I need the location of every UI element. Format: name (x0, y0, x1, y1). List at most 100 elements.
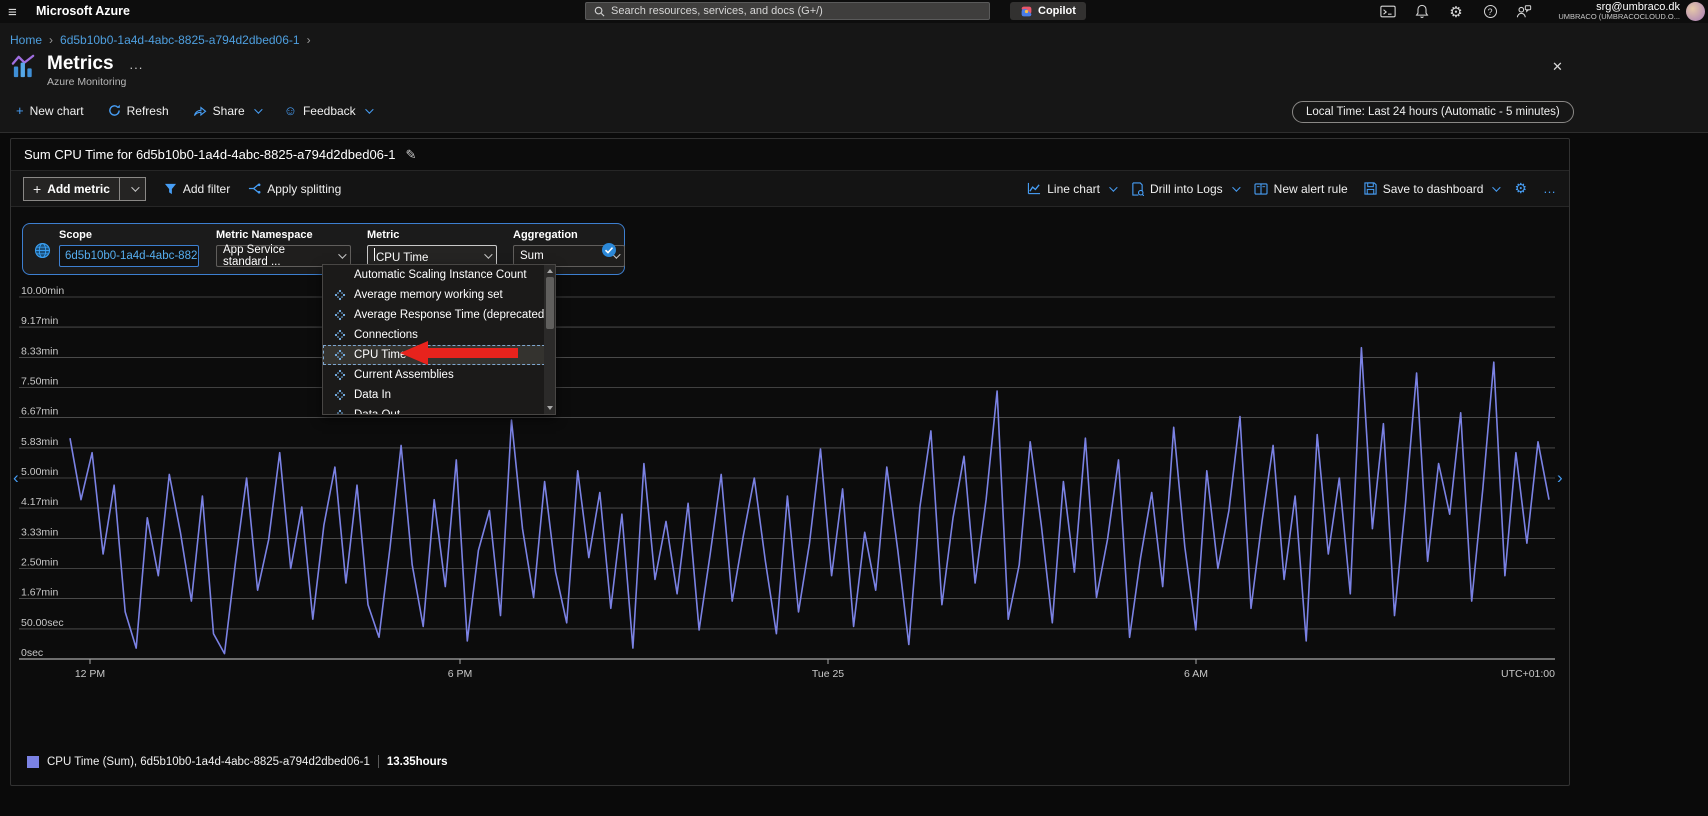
brand-title[interactable]: Microsoft Azure (36, 4, 130, 18)
page-subtitle: Azure Monitoring (47, 76, 143, 88)
chevron-down-icon (1493, 183, 1501, 191)
save-icon (1364, 182, 1377, 195)
blade-more-button[interactable]: ... (130, 57, 144, 72)
svg-text:0sec: 0sec (21, 647, 43, 659)
metric-option-label: Connections (354, 329, 418, 341)
refresh-button[interactable]: Refresh (108, 104, 169, 118)
metric-sparkle-icon (333, 349, 346, 361)
blade-header-region: Home › 6d5b10b0-1a4d-4abc-8825-a794d2dbe… (0, 23, 1708, 133)
svg-text:2.50min: 2.50min (21, 557, 59, 569)
scroll-up-icon[interactable] (547, 269, 553, 273)
scope-input[interactable]: 6d5b10b0-1a4d-4abc-882... (59, 245, 199, 267)
chevron-down-icon (131, 183, 139, 191)
legend-series-label: CPU Time (Sum), 6d5b10b0-1a4d-4abc-8825-… (47, 756, 370, 768)
metric-sparkle-icon (333, 369, 346, 381)
breadcrumb-home-link[interactable]: Home (10, 33, 42, 47)
metric-sparkle-icon (333, 329, 346, 341)
svg-text:4.17min: 4.17min (21, 496, 59, 508)
avatar[interactable] (1686, 2, 1705, 21)
chevron-down-icon (1232, 183, 1240, 191)
chevron-down-icon (1109, 183, 1117, 191)
save-to-dashboard-button[interactable]: Save to dashboard (1364, 182, 1499, 196)
chart-scroll-right-icon[interactable]: › (1557, 469, 1563, 486)
filter-icon (164, 183, 177, 195)
metric-dropdown-list: Automatic Scaling Instance Count Average … (322, 264, 556, 415)
dropdown-scrollbar[interactable] (544, 265, 555, 414)
metric-option[interactable]: CPU Time (323, 345, 555, 365)
drill-into-logs-button[interactable]: Drill into Logs (1131, 182, 1238, 196)
metric-option[interactable]: Data In (323, 385, 555, 405)
metric-option[interactable]: Automatic Scaling Instance Count (323, 265, 555, 285)
splitting-icon (248, 182, 261, 195)
scope-label: Scope (59, 229, 199, 241)
chart-body: Scope 6d5b10b0-1a4d-4abc-882... Metric N… (11, 207, 1569, 785)
legend-separator (378, 755, 379, 768)
metrics-line-chart[interactable]: 10.00min9.17min8.33min7.50min6.67min5.83… (11, 281, 1567, 691)
chart-scroll-left-icon[interactable]: ‹ (13, 469, 19, 486)
svg-text:9.17min: 9.17min (21, 315, 59, 327)
time-range-picker[interactable]: Local Time: Last 24 hours (Automatic - 5… (1292, 101, 1574, 123)
smiley-icon: ☺ (284, 103, 297, 118)
scrollbar-thumb[interactable] (546, 277, 554, 329)
text-cursor (374, 248, 375, 261)
new-alert-rule-button[interactable]: New alert rule (1254, 182, 1348, 196)
svg-text:12 PM: 12 PM (75, 668, 105, 680)
chart-type-button[interactable]: Line chart (1027, 182, 1115, 196)
svg-text:6 PM: 6 PM (448, 668, 473, 680)
chart-title: Sum CPU Time for 6d5b10b0-1a4d-4abc-8825… (24, 147, 395, 162)
metric-option[interactable]: Data Out (323, 405, 555, 415)
hamburger-menu-icon[interactable]: ≡ (8, 4, 17, 21)
feedback-button[interactable]: ☺ Feedback (284, 103, 371, 118)
new-chart-button[interactable]: + New chart (16, 103, 84, 118)
breadcrumb-resource-link[interactable]: 6d5b10b0-1a4d-4abc-8825-a794d2dbed06-1 (60, 33, 300, 47)
metric-namespace-label: Metric Namespace (216, 229, 351, 241)
chart-legend-item[interactable]: CPU Time (Sum), 6d5b10b0-1a4d-4abc-8825-… (27, 755, 448, 768)
copilot-button[interactable]: Copilot (1010, 2, 1086, 20)
alert-rule-icon (1254, 183, 1268, 195)
scope-column: Scope 6d5b10b0-1a4d-4abc-882... (59, 229, 199, 267)
chart-settings-gear-icon[interactable]: ⚙ (1514, 180, 1527, 197)
breadcrumb-separator-icon: › (307, 33, 311, 47)
metric-option[interactable]: Connections (323, 325, 555, 345)
copilot-label: Copilot (1038, 5, 1076, 17)
plus-icon: + (33, 181, 41, 197)
add-filter-button[interactable]: Add filter (164, 182, 230, 196)
account-info[interactable]: srg@umbraco.dk UMBRACO (UMBRACOCLOUD.O..… (1558, 1, 1680, 21)
scroll-down-icon[interactable] (547, 406, 553, 410)
top-bar: ≡ Microsoft Azure Search resources, serv… (0, 0, 1708, 23)
document-magnifier-icon (1131, 182, 1144, 196)
chart-more-icon[interactable]: … (1543, 181, 1557, 196)
breadcrumb-separator-icon: › (49, 33, 53, 47)
aggregation-label: Aggregation (513, 229, 625, 241)
metric-option-label: Average Response Time (deprecated) (354, 309, 548, 321)
settings-gear-icon[interactable]: ⚙ (1446, 2, 1466, 22)
svg-text:UTC+01:00: UTC+01:00 (1501, 668, 1555, 680)
metric-option[interactable]: Average memory working set (323, 285, 555, 305)
notifications-bell-icon[interactable] (1412, 2, 1432, 22)
svg-text:Tue 25: Tue 25 (812, 668, 844, 680)
blade-close-icon[interactable]: ✕ (1552, 59, 1563, 75)
edit-title-pencil-icon[interactable]: ✎ (405, 147, 416, 163)
add-metric-button[interactable]: + Add metric (23, 177, 146, 201)
metric-option[interactable]: Current Assemblies (323, 365, 555, 385)
metric-column: Metric CPU Time (367, 229, 497, 267)
metric-option[interactable]: Average Response Time (deprecated) (323, 305, 555, 325)
share-button[interactable]: Share (193, 104, 260, 118)
share-icon (193, 105, 207, 117)
svg-text:5.00min: 5.00min (21, 466, 59, 478)
global-search-input[interactable]: Search resources, services, and docs (G+… (585, 2, 990, 20)
cloud-shell-icon[interactable] (1378, 2, 1398, 22)
svg-text:8.33min: 8.33min (21, 345, 59, 357)
apply-splitting-button[interactable]: Apply splitting (248, 182, 341, 196)
svg-text:50.00sec: 50.00sec (21, 617, 64, 629)
feedback-person-icon[interactable] (1514, 2, 1534, 22)
svg-text:5.83min: 5.83min (21, 436, 59, 448)
add-metric-split-caret[interactable] (119, 178, 145, 200)
valid-check-icon (601, 242, 617, 263)
plus-icon: + (16, 103, 24, 118)
azure-portal-page: ≡ Microsoft Azure Search resources, serv… (0, 0, 1708, 816)
help-icon[interactable]: ? (1480, 2, 1500, 22)
topbar-icon-group: ⚙ ? (1378, 0, 1534, 23)
legend-aggregate-value: 13.35hours (387, 756, 448, 768)
metric-option-label: Automatic Scaling Instance Count (354, 269, 527, 281)
